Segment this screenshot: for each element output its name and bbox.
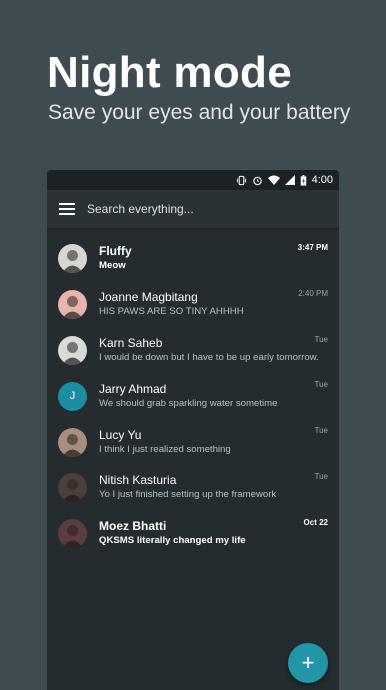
contact-name: Jarry Ahmad: [99, 381, 167, 396]
compose-button[interactable]: +: [288, 643, 328, 683]
signal-icon: [284, 175, 295, 185]
conversation-meta: Lucy Yu I think I just realized something: [99, 428, 334, 457]
message-snippet: Yo I just finished setting up the framew…: [99, 489, 277, 501]
avatar-photo: [58, 473, 87, 503]
vibrate-icon: [236, 175, 247, 186]
conversation-row[interactable]: Moez Bhatti QKSMS literally changed my li…: [47, 511, 339, 557]
alarm-icon: [252, 175, 263, 186]
conversation-row[interactable]: Nitish Kasturia Yo I just finished settin…: [47, 465, 339, 511]
plus-icon: +: [301, 650, 315, 675]
conversation-list: Fluffy Meow 3:47 PM Joanne Magbitang HIS PAW…: [47, 228, 339, 557]
status-time: 4:00: [311, 174, 333, 186]
message-time: Tue: [314, 380, 329, 390]
message-time: Tue: [314, 471, 329, 481]
conversation-row[interactable]: Joanne Magbitang HIS PAWS ARE SO TINY AHH…: [47, 282, 339, 328]
message-snippet: QKSMS literally changed my life: [99, 535, 246, 547]
avatar-photo: [58, 244, 87, 274]
avatar-photo: [58, 427, 87, 457]
avatar-initial: J: [58, 381, 87, 411]
message-time: 3:47 PM: [297, 243, 328, 252]
conversation-row[interactable]: Lucy Yu I think I just realized something…: [47, 419, 339, 465]
toolbar: Search everything...: [47, 190, 339, 228]
promo-title: Night mode: [47, 48, 292, 97]
message-snippet: Meow: [99, 260, 126, 272]
message-snippet: HIS PAWS ARE SO TINY AHHHH: [99, 306, 244, 318]
status-bar: 4:00: [47, 170, 339, 190]
avatar-photo: [58, 519, 87, 549]
contact-name: Lucy Yu: [99, 427, 142, 442]
message-time: Tue: [314, 334, 329, 344]
conversation-row[interactable]: Fluffy Meow 3:47 PM: [47, 236, 339, 282]
message-snippet: We should grab sparkling water sometime: [99, 397, 278, 409]
contact-name: Nitish Kasturia: [99, 473, 177, 488]
avatar-photo: [58, 335, 87, 365]
contact-name: Moez Bhatti: [99, 519, 167, 534]
message-time: 2:40 PM: [298, 288, 328, 298]
conversation-row[interactable]: J Jarry Ahmad We should grab sparkling wat…: [47, 373, 339, 419]
hamburger-menu-icon[interactable]: [59, 203, 75, 215]
phone-screen: 4:00 Search everything... Fluffy Meow 3:47…: [47, 170, 339, 690]
message-snippet: I would be down but I have to be up earl…: [99, 351, 319, 363]
search-input[interactable]: Search everything...: [87, 202, 194, 216]
conversation-meta: Nitish Kasturia Yo I just finished settin…: [99, 473, 334, 502]
promo-subtitle: Save your eyes and your battery: [48, 101, 351, 124]
conversation-meta: Jarry Ahmad We should grab sparkling wate…: [99, 382, 334, 411]
message-snippet: I think I just realized something: [99, 443, 231, 455]
message-time: Oct 22: [303, 517, 328, 527]
battery-charging-icon: [300, 174, 307, 186]
conversation-meta: Moez Bhatti QKSMS literally changed my li…: [99, 519, 334, 548]
conversation-meta: Karn Saheb I would be down but I have to …: [99, 336, 334, 365]
message-time: Tue: [314, 426, 329, 436]
conversation-row[interactable]: Karn Saheb I would be down but I have to …: [47, 328, 339, 374]
avatar-photo: [58, 290, 87, 320]
contact-name: Karn Saheb: [99, 335, 163, 350]
wifi-icon: [267, 175, 280, 186]
